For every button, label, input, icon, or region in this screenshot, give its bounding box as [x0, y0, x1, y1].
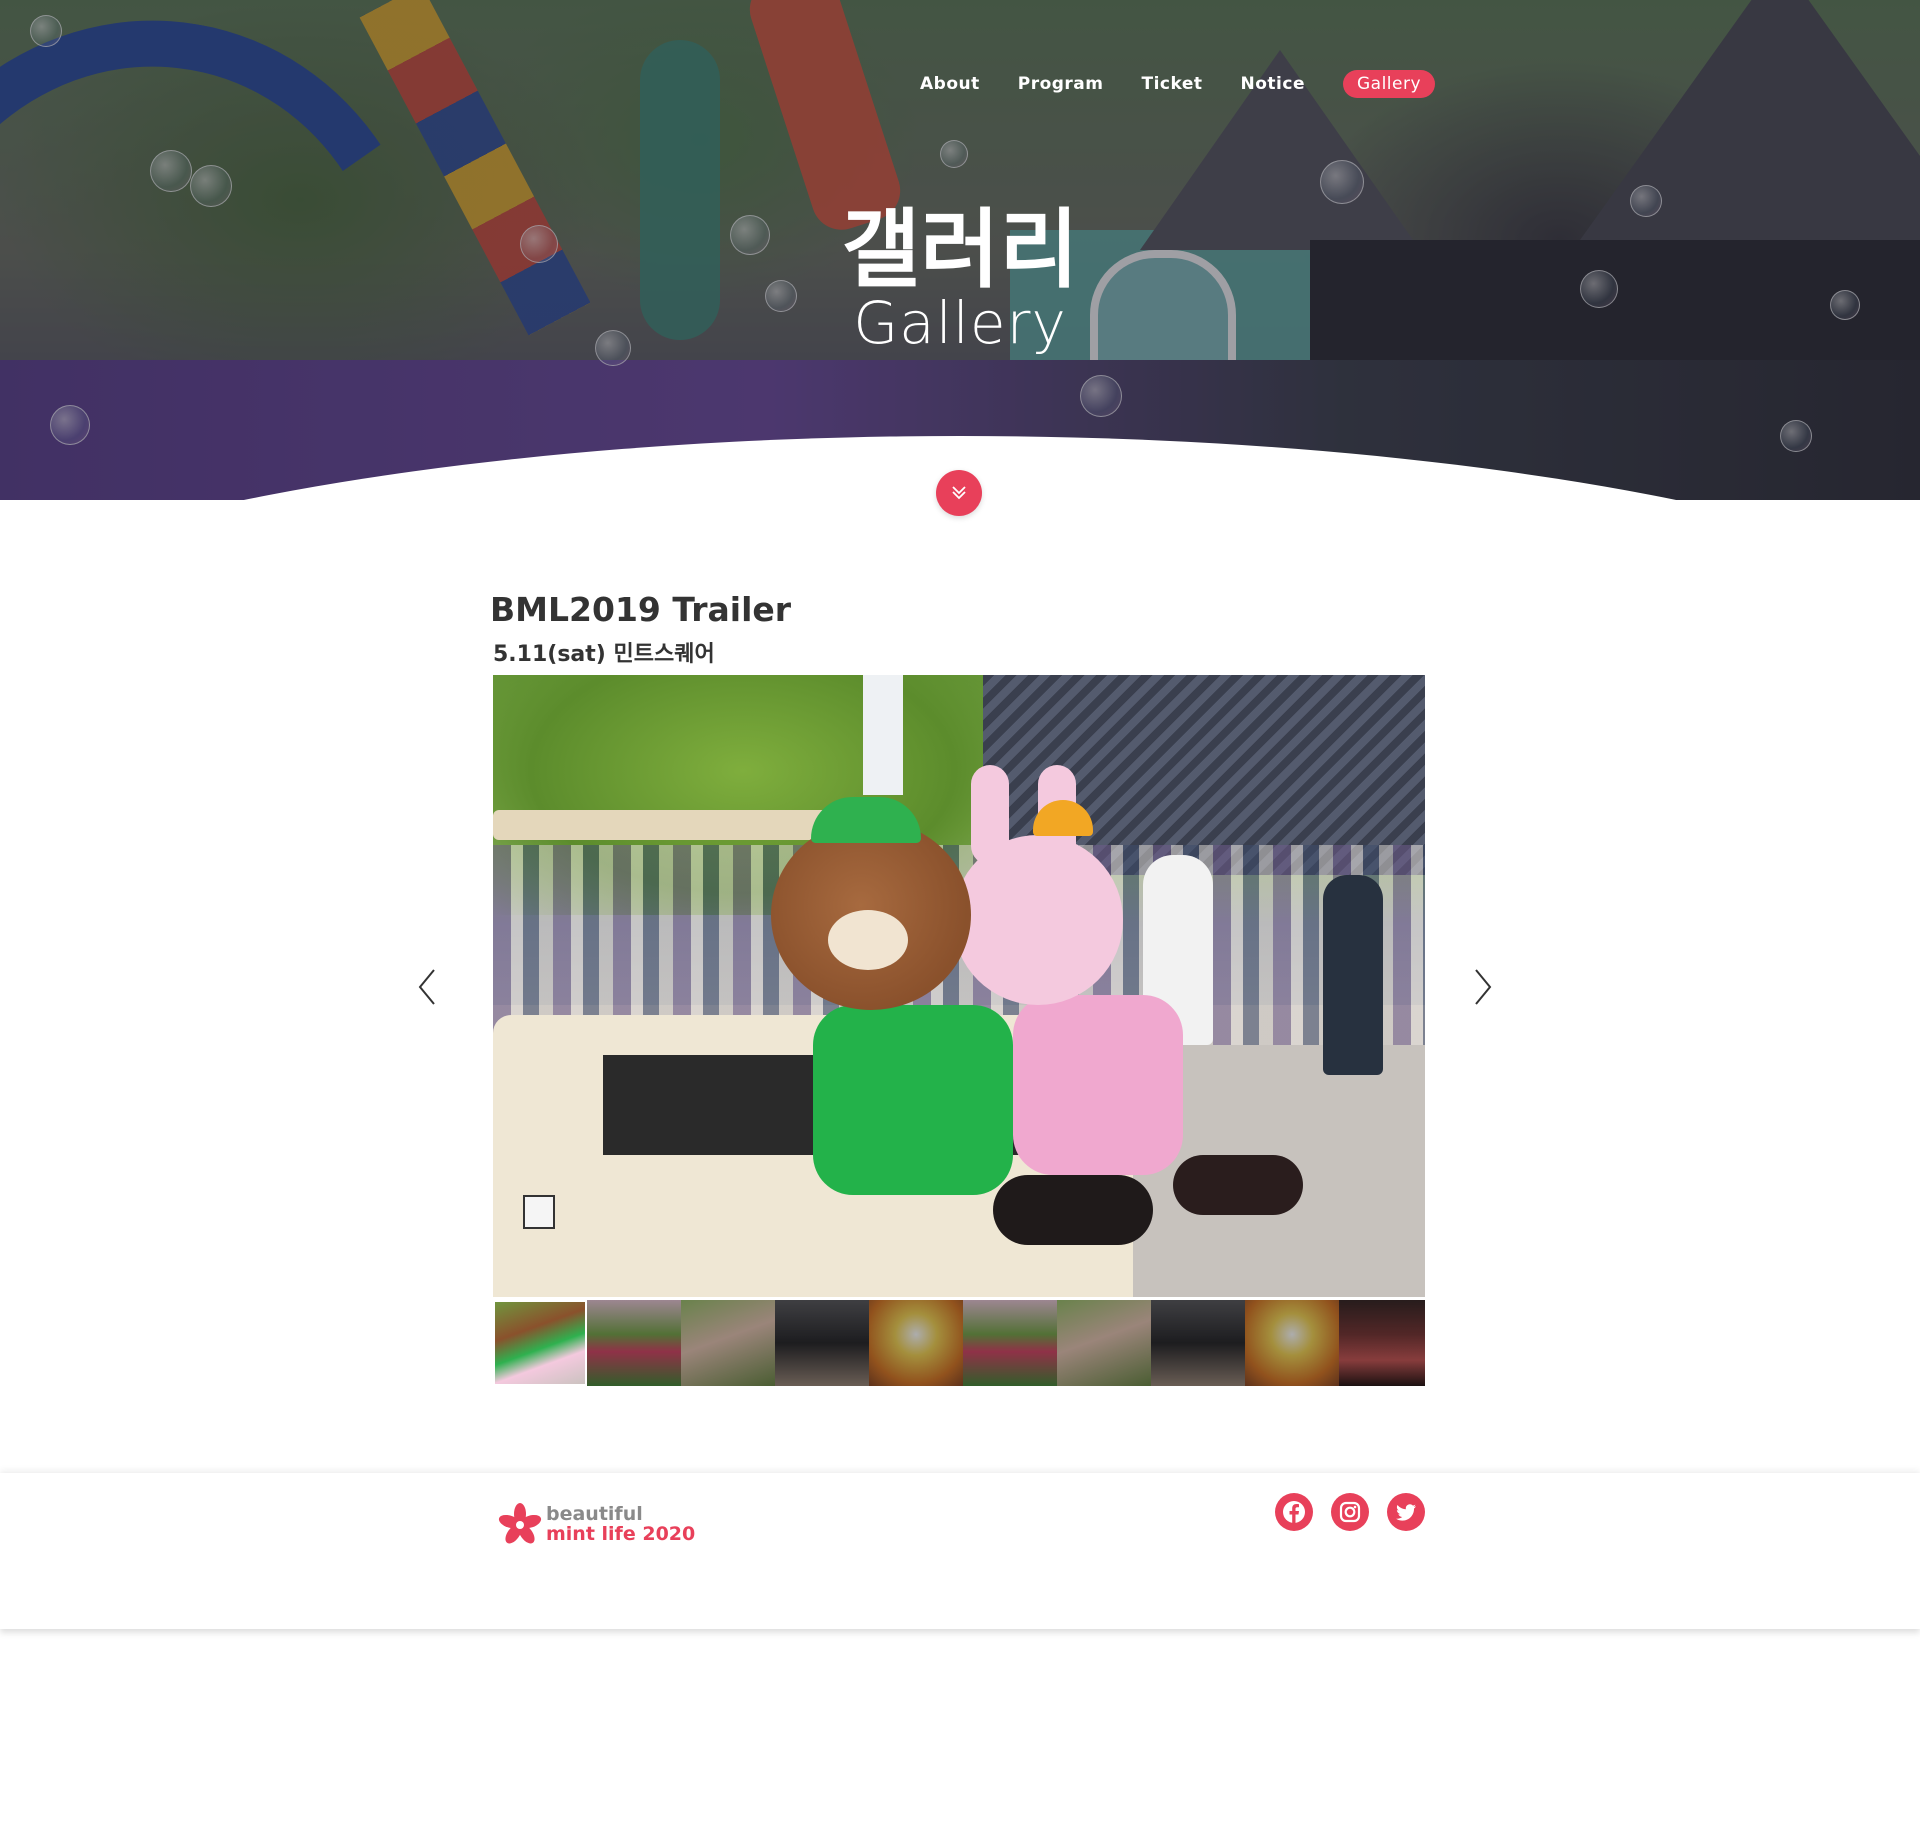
- facebook-icon: [1283, 1501, 1305, 1524]
- chevron-left-icon: [418, 969, 435, 1005]
- site-footer: beautiful mint life 2020: [0, 1473, 1920, 1629]
- site-logo[interactable]: beautiful mint life 2020: [498, 1501, 708, 1553]
- thumbnail[interactable]: [963, 1300, 1057, 1386]
- nav-about[interactable]: About: [920, 70, 980, 98]
- flower-logo-icon: [498, 1503, 542, 1544]
- nav-gallery[interactable]: Gallery: [1342, 70, 1436, 98]
- photo-mascot-feet: [993, 1175, 1153, 1245]
- nav-program[interactable]: Program: [1018, 70, 1104, 98]
- instagram-icon: [1339, 1501, 1361, 1523]
- double-chevron-down-icon: [952, 486, 966, 500]
- gallery-title: BML2019 Trailer: [490, 590, 792, 629]
- chevron-right-icon: [1475, 969, 1492, 1005]
- gallery-subtitle: 5.11(sat) 민트스퀘어: [493, 642, 715, 667]
- logo-text-main: mint life: [546, 1523, 636, 1545]
- photo-mascot-feet: [1173, 1155, 1303, 1215]
- facebook-button[interactable]: [1275, 1493, 1313, 1531]
- main-nav: About Program Ticket Notice Gallery: [920, 70, 1436, 98]
- photo-bunny-body: [1013, 995, 1183, 1175]
- photo-bear-snout: [828, 910, 908, 970]
- thumbnail-strip: [493, 1300, 1425, 1386]
- photo-bear-body: [813, 1005, 1013, 1195]
- thumbnail[interactable]: [493, 1300, 587, 1386]
- photo-bunny-head: [953, 835, 1123, 1005]
- thumbnail[interactable]: [1151, 1300, 1245, 1386]
- nav-notice[interactable]: Notice: [1241, 70, 1305, 98]
- twitter-icon: [1396, 1504, 1416, 1521]
- scroll-down-button[interactable]: [936, 470, 982, 516]
- photo-person: [1323, 875, 1383, 1075]
- prev-image-button[interactable]: [412, 962, 442, 1012]
- instagram-button[interactable]: [1331, 1493, 1369, 1531]
- thumbnail[interactable]: [681, 1300, 775, 1386]
- twitter-button[interactable]: [1387, 1493, 1425, 1531]
- logo-text: mint life 2020: [546, 1523, 695, 1545]
- thumbnail[interactable]: [869, 1300, 963, 1386]
- page-title: 갤러리: [841, 200, 1079, 300]
- logo-year: 2020: [642, 1523, 696, 1545]
- logo-text: beautiful: [546, 1503, 643, 1525]
- page-subtitle: Gallery: [853, 289, 1067, 357]
- photo-pole: [863, 675, 903, 795]
- photo-cart-canopy: [493, 810, 833, 840]
- thumbnail[interactable]: [1245, 1300, 1339, 1386]
- next-image-button[interactable]: [1468, 962, 1498, 1012]
- thumbnail[interactable]: [775, 1300, 869, 1386]
- thumbnail[interactable]: [1339, 1300, 1425, 1386]
- gallery-main-image: [493, 675, 1425, 1297]
- photo-cart-plate: [523, 1195, 555, 1229]
- thumbnail[interactable]: [1057, 1300, 1151, 1386]
- nav-ticket[interactable]: Ticket: [1142, 70, 1203, 98]
- thumbnail[interactable]: [587, 1300, 681, 1386]
